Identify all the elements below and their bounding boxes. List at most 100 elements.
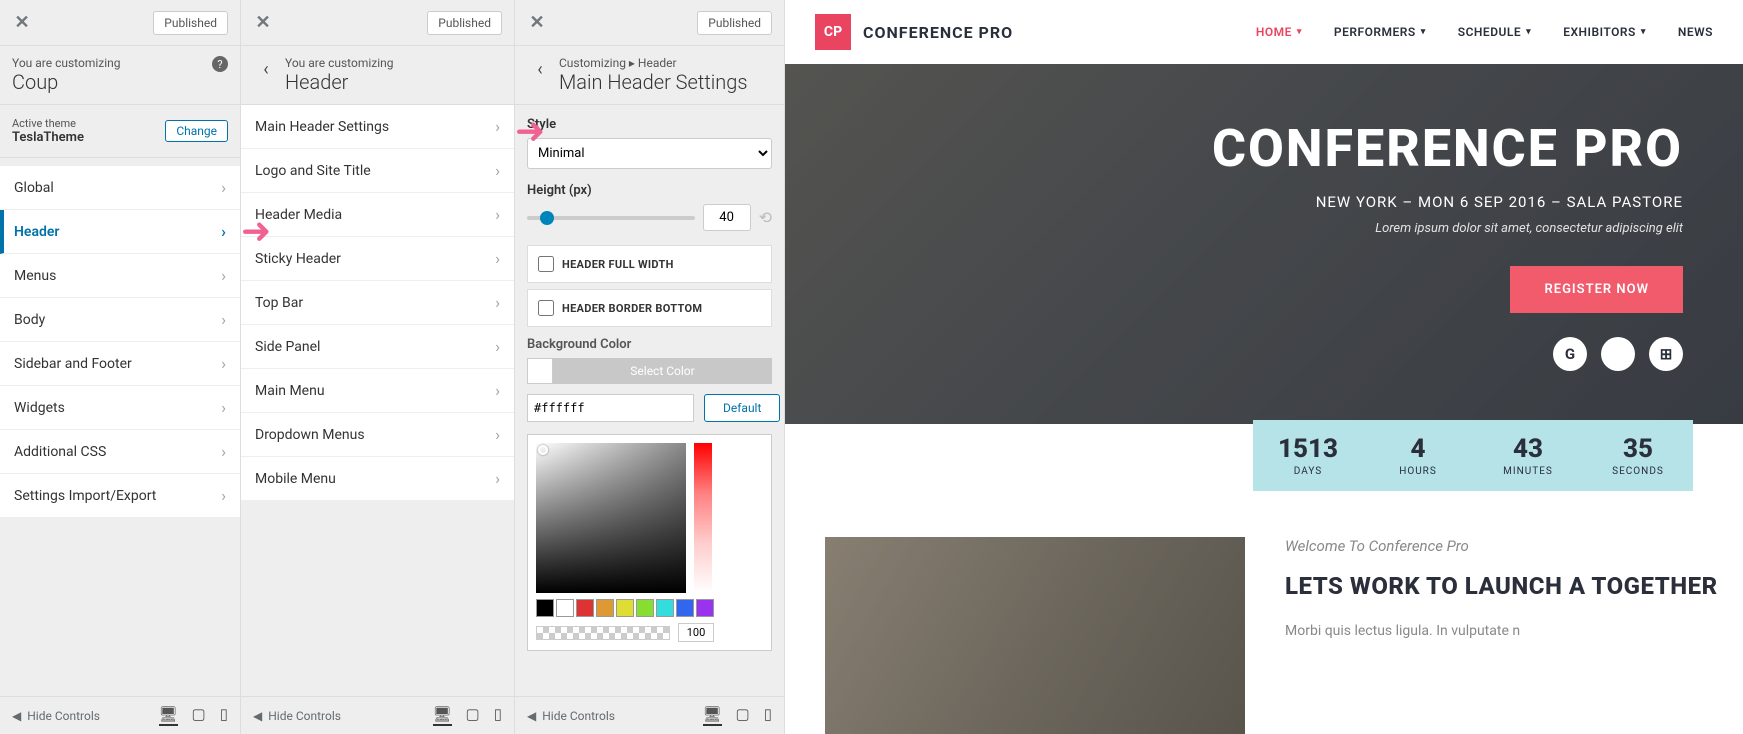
hero-title: CONFERENCE PRO [1212,118,1683,179]
saturation-gradient[interactable] [536,443,686,593]
hide-controls-button[interactable]: ◀Hide Controls [527,709,615,723]
hide-controls-button[interactable]: ◀Hide Controls [253,709,341,723]
chevron-down-icon: ▾ [1297,27,1302,37]
swatch[interactable] [696,599,714,617]
menu-item-home[interactable]: HOME▾ [1256,25,1302,39]
breadcrumb-path: Customizing ▸ Header [559,56,772,70]
page-title: Main Header Settings [559,70,772,94]
checkbox-border-bottom[interactable]: HEADER BORDER BOTTOM [527,289,772,327]
nav-item-mobile-menu[interactable]: Mobile Menu› [241,457,514,501]
nav-item-global[interactable]: Global› [0,166,240,210]
swatch[interactable] [576,599,594,617]
hero-tagline: Lorem ipsum dolor sit amet, consectetur … [1375,221,1683,236]
checkbox-input[interactable] [538,300,554,316]
select-color-row: Select Color [527,358,772,384]
nav-label: Mobile Menu [255,471,336,487]
height-slider[interactable] [527,216,695,220]
mobile-icon[interactable]: ▯ [494,705,502,726]
hide-controls-label: Hide Controls [27,709,100,723]
hex-input[interactable] [527,394,694,422]
nav-item-main-menu[interactable]: Main Menu› [241,369,514,413]
mobile-icon[interactable]: ▯ [764,705,772,726]
nav-item-dropdown-menus[interactable]: Dropdown Menus› [241,413,514,457]
hide-controls-button[interactable]: ◀Hide Controls [12,709,100,723]
chevron-right-icon: › [221,178,226,197]
chevron-right-icon: › [495,249,500,268]
swatch[interactable] [596,599,614,617]
menu-item-exhibitors[interactable]: EXHIBITORS▾ [1563,25,1646,39]
published-button[interactable]: Published [697,11,772,35]
swatch[interactable] [636,599,654,617]
windows-icon[interactable]: ⊞ [1649,337,1683,371]
nav-label: Top Bar [255,295,303,311]
checkbox-input[interactable] [538,256,554,272]
countdown: 1513DAYS 4HOURS 43MINUTES 35SECONDS [1253,420,1693,491]
swatch[interactable] [536,599,554,617]
published-button[interactable]: Published [153,11,228,35]
back-button[interactable]: ‹ [253,56,279,82]
style-select[interactable]: Minimal [527,138,772,169]
panel-header: ✕ Published [0,0,240,46]
close-icon[interactable]: ✕ [527,13,547,33]
nav-item-logo-site-title[interactable]: Logo and Site Title› [241,149,514,193]
register-button[interactable]: REGISTER NOW [1510,266,1683,313]
chevron-right-icon: › [495,161,500,180]
close-icon[interactable]: ✕ [253,13,273,33]
change-theme-button[interactable]: Change [165,120,228,142]
nav-item-sticky-header[interactable]: Sticky Header› [241,237,514,281]
nav-item-top-bar[interactable]: Top Bar› [241,281,514,325]
menu-label: PERFORMERS [1334,25,1416,39]
menu-item-performers[interactable]: PERFORMERS▾ [1334,25,1426,39]
nav-item-settings-import-export[interactable]: Settings Import/Export› [0,474,240,518]
reset-icon[interactable]: ⟲ [759,208,772,227]
checkbox-full-width[interactable]: HEADER FULL WIDTH [527,245,772,283]
nav-item-header-media[interactable]: Header Media› [241,193,514,237]
nav-item-side-panel[interactable]: Side Panel› [241,325,514,369]
alpha-input[interactable] [678,623,714,642]
swatch[interactable] [556,599,574,617]
swatch[interactable] [676,599,694,617]
menu-label: EXHIBITORS [1563,25,1636,39]
hue-slider[interactable] [694,443,712,593]
alpha-slider[interactable] [536,626,670,640]
alpha-row [536,623,714,642]
chevron-right-icon: › [495,425,500,444]
tablet-icon[interactable]: ▢ [192,705,206,726]
panel-header: ✕ Published [241,0,514,46]
swatch[interactable] [656,599,674,617]
tablet-icon[interactable]: ▢ [466,705,480,726]
back-button[interactable]: ‹ [527,56,553,82]
current-color-swatch[interactable] [527,358,553,384]
published-button[interactable]: Published [427,11,502,35]
chevron-right-icon: › [221,442,226,461]
swatch[interactable] [616,599,634,617]
menu-item-schedule[interactable]: SCHEDULE▾ [1458,25,1531,39]
collapse-icon: ◀ [253,709,262,723]
brand-logo[interactable]: CP [815,14,851,50]
nav-item-body[interactable]: Body› [0,298,240,342]
countdown-label: DAYS [1261,466,1355,477]
nav-item-menus[interactable]: Menus› [0,254,240,298]
apple-icon[interactable] [1601,337,1635,371]
nav-item-header[interactable]: Header› [0,210,240,254]
countdown-num: 4 [1371,434,1465,464]
mobile-icon[interactable]: ▯ [220,705,228,726]
nav-item-widgets[interactable]: Widgets› [0,386,240,430]
customizer-panel-main-header-settings: ✕ Published ‹ Customizing ▸ Header Main … [515,0,785,734]
desktop-icon[interactable]: 🖥 [433,705,452,726]
close-icon[interactable]: ✕ [12,13,32,33]
height-input[interactable] [703,204,751,231]
hero: CONFERENCE PRO NEW YORK – MON 6 SEP 2016… [785,64,1743,424]
default-button[interactable]: Default [704,394,780,422]
menu-item-news[interactable]: NEWS [1678,25,1713,39]
help-icon[interactable]: ? [212,56,228,72]
nav-item-sidebar-footer[interactable]: Sidebar and Footer› [0,342,240,386]
nav-item-additional-css[interactable]: Additional CSS› [0,430,240,474]
google-icon[interactable]: G [1553,337,1587,371]
nav-item-main-header-settings[interactable]: Main Header Settings› [241,105,514,149]
select-color-button[interactable]: Select Color [553,358,772,384]
tablet-icon[interactable]: ▢ [736,705,750,726]
height-row: ⟲ [527,204,772,231]
desktop-icon[interactable]: 🖥 [703,705,722,726]
desktop-icon[interactable]: 🖥 [159,705,178,726]
